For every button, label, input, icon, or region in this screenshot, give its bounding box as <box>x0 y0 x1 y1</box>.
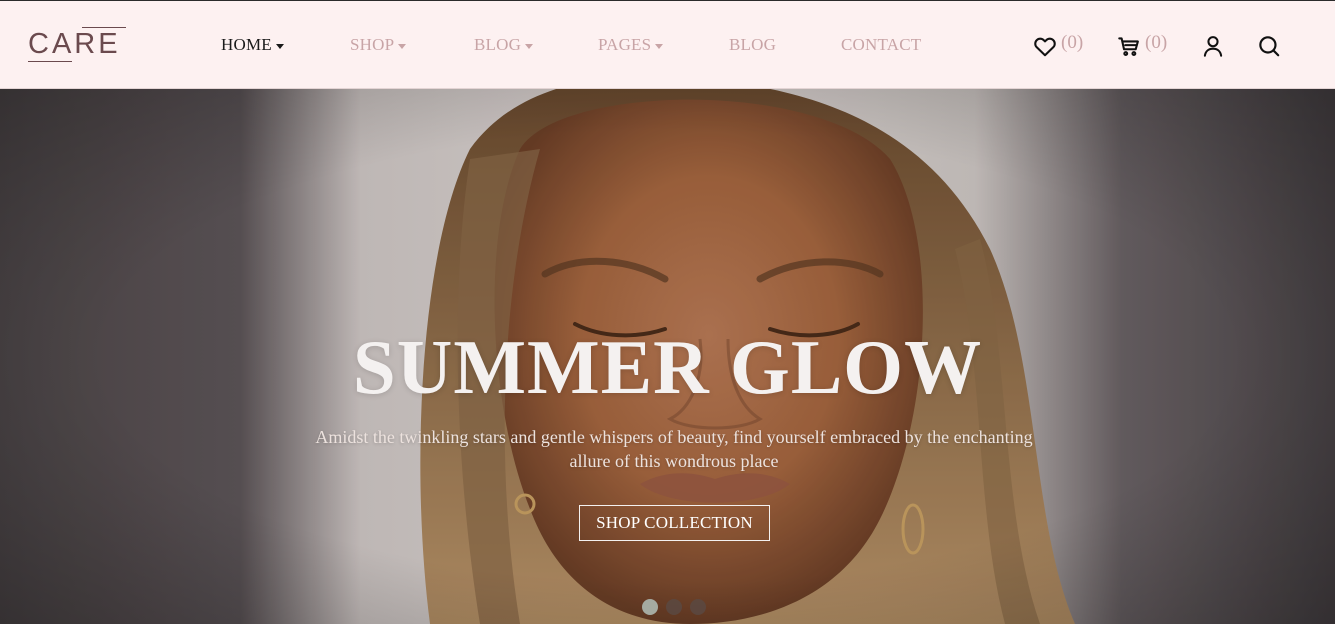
nav-item-blog-dropdown[interactable]: BLOG <box>474 34 534 56</box>
wishlist-count[interactable]: (0) <box>1061 32 1083 54</box>
nav-item-pages[interactable]: PAGES <box>598 34 664 56</box>
hero-title: SUMMER GLOW <box>352 324 983 410</box>
hero-subtitle: Amidst the twinkling stars and gentle wh… <box>315 427 1033 471</box>
page: CARE HOME SHOP BLOG PAGES BLOG CONTACT (… <box>0 0 1335 624</box>
nav-item-contact[interactable]: CONTACT <box>841 34 921 56</box>
chevron-down-icon <box>398 43 407 49</box>
site-header: CARE HOME SHOP BLOG PAGES BLOG CONTACT (… <box>0 0 1335 89</box>
chevron-down-icon <box>525 43 534 49</box>
slider-dot-3[interactable] <box>690 599 706 615</box>
shop-collection-button[interactable]: SHOP COLLECTION <box>579 505 770 541</box>
hero-slider: SUMMER GLOW Amidst the twinkling stars a… <box>0 89 1335 624</box>
nav-item-label: BLOG <box>474 35 522 54</box>
nav-item-label: HOME <box>221 35 272 54</box>
user-icon[interactable] <box>1200 33 1226 59</box>
cart-icon[interactable] <box>1116 33 1142 59</box>
nav-item-label: PAGES <box>598 35 652 54</box>
logo-accent-line-bottom <box>28 61 72 62</box>
chevron-down-icon <box>655 43 664 49</box>
logo-text: CARE <box>28 28 121 60</box>
nav-item-label: CONTACT <box>841 35 922 54</box>
nav-item-shop[interactable]: SHOP <box>350 34 407 56</box>
nav-item-label: BLOG <box>729 35 777 54</box>
slider-dot-2[interactable] <box>666 599 682 615</box>
nav-item-home[interactable]: HOME <box>221 34 284 56</box>
chevron-down-icon <box>275 43 284 49</box>
search-icon[interactable] <box>1256 33 1282 59</box>
brand-logo[interactable]: CARE <box>28 23 128 65</box>
heart-icon[interactable] <box>1032 33 1058 59</box>
nav-item-blog[interactable]: BLOG <box>729 34 776 56</box>
slider-dot-1[interactable] <box>642 599 658 615</box>
cart-count[interactable]: (0) <box>1145 32 1167 54</box>
nav-item-label: SHOP <box>350 35 395 54</box>
